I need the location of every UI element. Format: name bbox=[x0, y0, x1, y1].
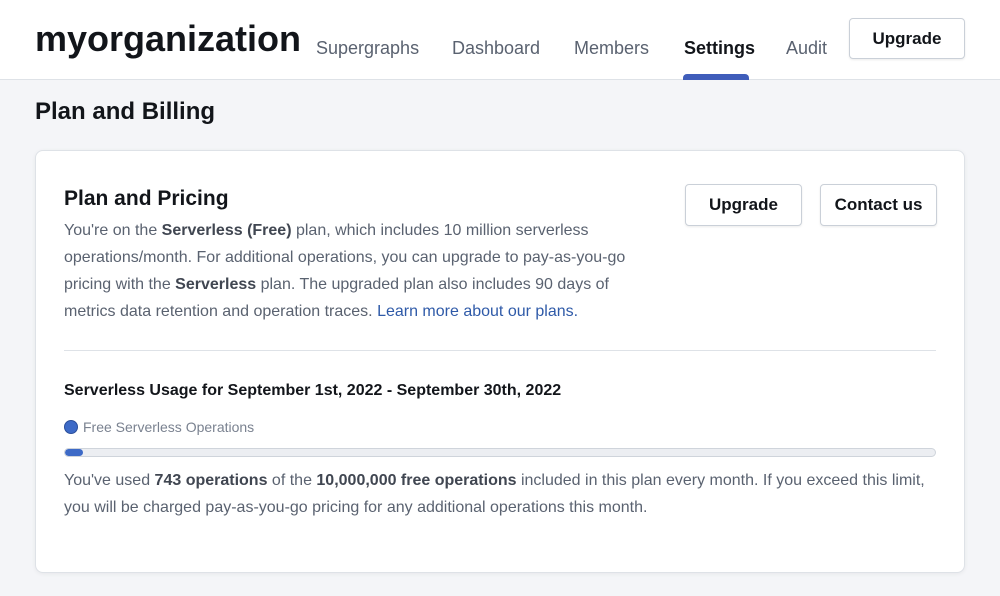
operations-limit: 10,000,000 free operations bbox=[316, 472, 517, 489]
upgrade-button[interactable]: Upgrade bbox=[685, 184, 802, 226]
learn-more-link[interactable]: Learn more about our plans. bbox=[377, 303, 578, 320]
plan-description: You're on the Serverless (Free) plan, wh… bbox=[64, 217, 664, 325]
nav-tab-supergraphs[interactable]: Supergraphs bbox=[316, 38, 419, 59]
usage-text: You've used bbox=[64, 472, 155, 489]
used-operations: 743 operations bbox=[154, 472, 268, 489]
divider bbox=[64, 350, 936, 351]
serverless-plan-name: Serverless bbox=[175, 276, 257, 293]
page-title: Plan and Billing bbox=[35, 98, 216, 125]
header-upgrade-button[interactable]: Upgrade bbox=[849, 18, 965, 59]
current-plan-name: Serverless (Free) bbox=[161, 222, 292, 239]
plan-card: Plan and Pricing You're on the Serverles… bbox=[35, 150, 965, 573]
usage-title: Serverless Usage for September 1st, 2022… bbox=[64, 382, 562, 399]
active-tab-indicator bbox=[683, 74, 749, 80]
plan-card-title: Plan and Pricing bbox=[64, 187, 229, 210]
nav-tab-dashboard[interactable]: Dashboard bbox=[452, 38, 540, 59]
top-navigation-bar: myorganization Supergraphs Dashboard Mem… bbox=[0, 0, 1000, 80]
nav-tab-settings[interactable]: Settings bbox=[684, 38, 755, 59]
usage-legend: Free Serverless Operations bbox=[64, 419, 254, 435]
nav-tab-audit[interactable]: Audit bbox=[786, 38, 827, 59]
organization-name: myorganization bbox=[35, 18, 302, 59]
desc-text: You're on the bbox=[64, 222, 162, 239]
legend-label: Free Serverless Operations bbox=[83, 419, 255, 435]
contact-us-button[interactable]: Contact us bbox=[820, 184, 937, 226]
usage-progress-fill bbox=[65, 449, 83, 456]
legend-dot-icon bbox=[64, 420, 78, 434]
usage-progress-bar bbox=[64, 448, 936, 457]
usage-text: of the bbox=[267, 472, 317, 489]
nav-tab-members[interactable]: Members bbox=[574, 38, 649, 59]
usage-summary: You've used 743 operations of the 10,000… bbox=[64, 467, 944, 521]
